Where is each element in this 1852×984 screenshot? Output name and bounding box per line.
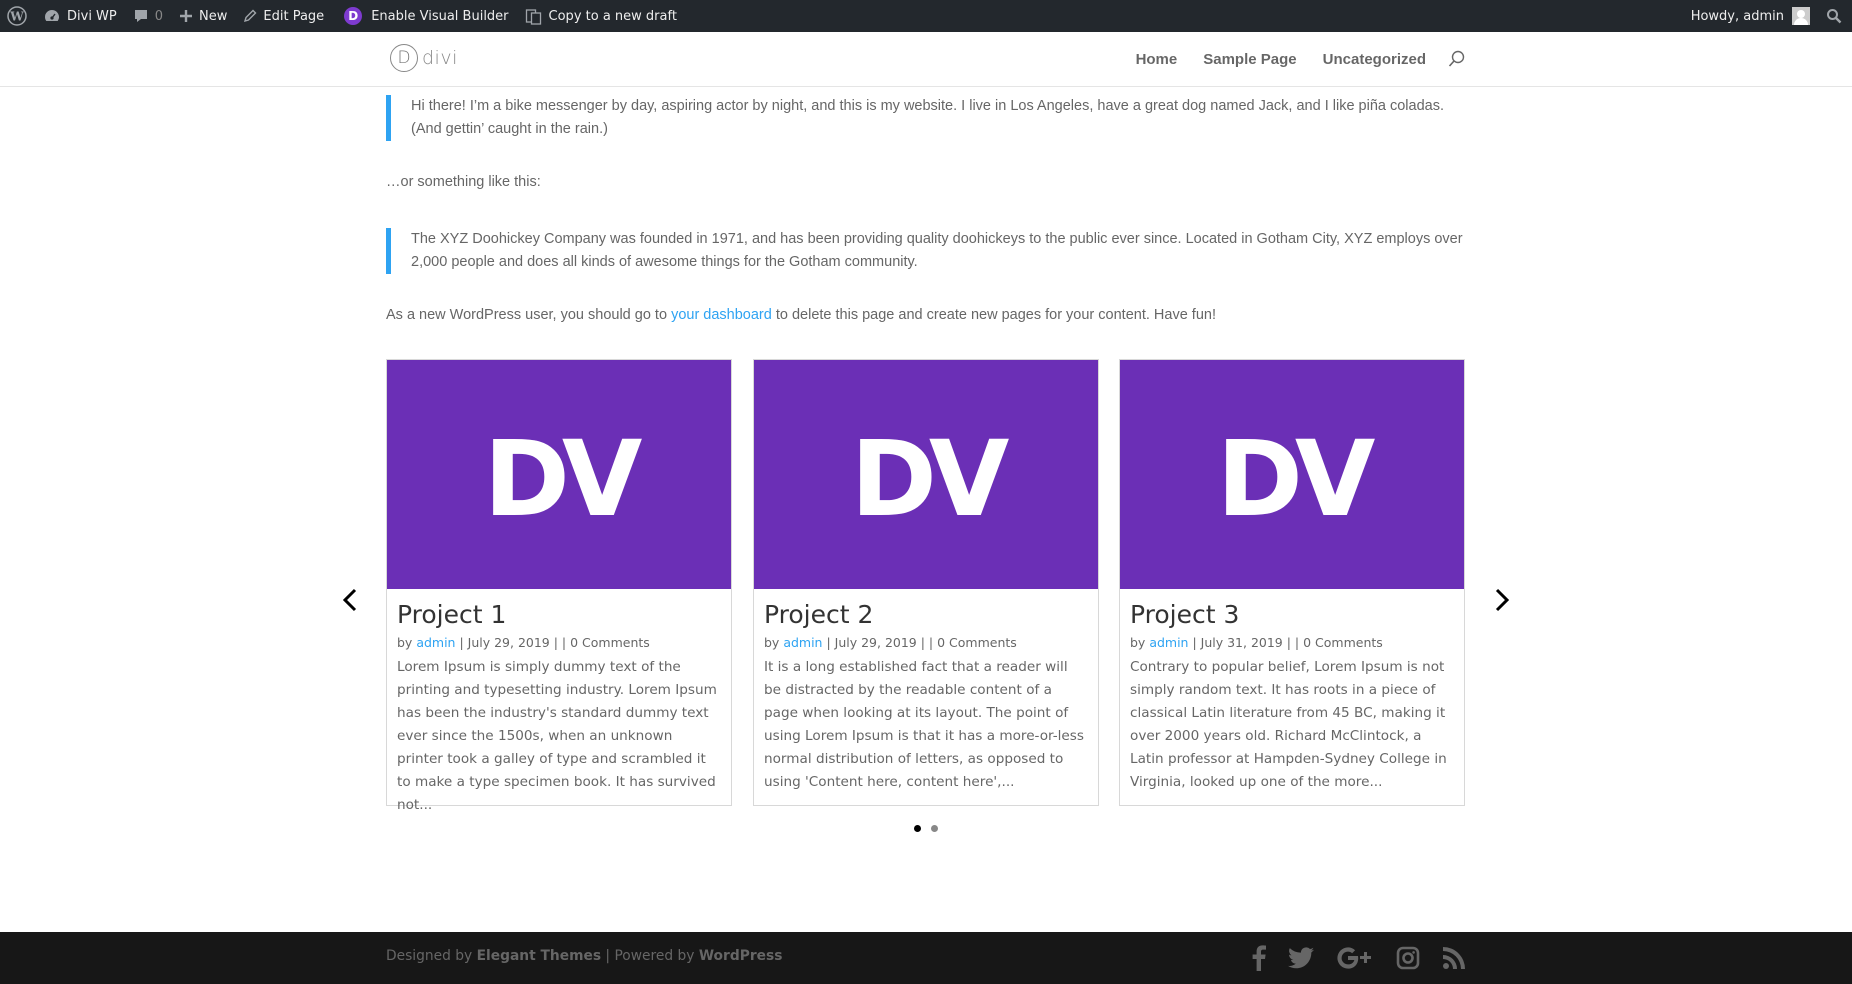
new-label: New (199, 8, 228, 24)
meta-by: by (397, 635, 417, 650)
nav-uncategorized[interactable]: Uncategorized (1323, 51, 1426, 68)
main-nav: Home Sample Page Uncategorized (1110, 32, 1466, 86)
plus-icon (180, 10, 193, 22)
meta-by: by (1130, 635, 1150, 650)
footer-credits: Designed by Elegant Themes | Powered by … (386, 948, 782, 964)
dashboard-text-before: As a new WordPress user, you should go t… (386, 307, 672, 323)
project-title[interactable]: Project 2 (764, 600, 1088, 630)
project-thumbnail[interactable]: DV (387, 360, 731, 589)
rss-icon[interactable] (1442, 946, 1466, 974)
author-link[interactable]: admin (1149, 635, 1188, 650)
quote-1-text: Hi there! I’m a bike messenger by day, a… (411, 98, 1445, 137)
search-icon (1827, 9, 1842, 24)
howdy-label: Howdy, admin (1690, 8, 1784, 24)
project-meta: by admin | July 31, 2019 | | 0 Comments (1130, 634, 1454, 652)
wordpress-link[interactable]: WordPress (699, 948, 783, 964)
dv-logo-text: DV (484, 430, 642, 520)
meta-by: by (764, 635, 784, 650)
edit-page-button[interactable]: Edit Page (235, 0, 332, 32)
twitter-icon[interactable] (1288, 947, 1314, 973)
visual-builder-button[interactable]: D Enable Visual Builder (336, 0, 516, 32)
logo-text: divi (422, 47, 458, 69)
site-footer: Designed by Elegant Themes | Powered by … (0, 932, 1852, 984)
dv-logo-image: DV (1217, 430, 1382, 520)
dv-logo-text: DV (1217, 430, 1375, 520)
pencil-icon (244, 9, 257, 23)
visual-builder-label: Enable Visual Builder (371, 8, 509, 24)
project-card-2: DV Project 2 by admin | July 29, 2019 | … (753, 359, 1099, 806)
comment-icon (134, 10, 147, 22)
designed-by-text: Designed by (386, 948, 477, 964)
dashboard-text-after: to delete this page and create new pages… (771, 307, 1216, 323)
carousel-dot-1[interactable] (914, 825, 921, 832)
google-plus-icon[interactable] (1336, 946, 1374, 974)
my-account-button[interactable]: Howdy, admin (1683, 0, 1818, 32)
meta-date: | July 31, 2019 | | 0 Comments (1188, 635, 1383, 650)
dashboard-paragraph: As a new WordPress user, you should go t… (386, 304, 1466, 327)
meta-date: | July 29, 2019 | | 0 Comments (455, 635, 650, 650)
elegant-themes-link[interactable]: Elegant Themes (477, 948, 601, 964)
instagram-icon[interactable] (1396, 946, 1420, 974)
nav-sample-page[interactable]: Sample Page (1203, 51, 1296, 68)
project-excerpt: Contrary to popular belief, Lorem Ipsum … (1130, 659, 1447, 790)
site-name-button[interactable]: Divi WP (35, 0, 125, 32)
admin-search-button[interactable] (1818, 0, 1852, 32)
copy-draft-label: Copy to a new draft (548, 8, 677, 24)
copy-icon (525, 9, 541, 25)
dv-logo-image: DV (484, 430, 649, 520)
carousel-dot-2[interactable] (931, 825, 938, 832)
project-excerpt: Lorem Ipsum is simply dummy text of the … (397, 659, 717, 813)
page-content: Hi there! I’m a bike messenger by day, a… (386, 86, 1466, 327)
avatar (1792, 7, 1810, 25)
carousel-pagination (386, 825, 1466, 832)
project-thumbnail[interactable]: DV (1120, 360, 1464, 589)
carousel-prev-arrow[interactable] (336, 585, 366, 615)
wordpress-logo-button[interactable]: W (0, 0, 35, 32)
blockquote-2: The XYZ Doohickey Company was founded in… (386, 228, 1466, 274)
dashboard-link[interactable]: your dashboard (671, 307, 772, 323)
wordpress-icon: W (7, 6, 27, 26)
comments-button[interactable]: 0 (125, 0, 171, 32)
portfolio-carousel: DV Project 1 by admin | July 29, 2019 | … (342, 359, 1510, 832)
site-header: D divi Home Sample Page Uncategorized (0, 32, 1852, 86)
dv-logo-image: DV (851, 430, 1016, 520)
facebook-icon[interactable] (1252, 945, 1266, 975)
site-logo[interactable]: D divi (390, 44, 458, 72)
project-card-3: DV Project 3 by admin | July 31, 2019 | … (1119, 359, 1465, 806)
project-meta: by admin | July 29, 2019 | | 0 Comments (764, 634, 1088, 652)
site-name: Divi WP (67, 8, 117, 24)
copy-draft-button[interactable]: Copy to a new draft (517, 0, 685, 32)
new-content-button[interactable]: New (171, 0, 235, 32)
search-icon[interactable] (1448, 50, 1466, 68)
nav-home[interactable]: Home (1136, 51, 1178, 68)
project-thumbnail[interactable]: DV (754, 360, 1098, 589)
project-meta: by admin | July 29, 2019 | | 0 Comments (397, 634, 721, 652)
edit-page-label: Edit Page (263, 8, 325, 24)
middle-text: …or something like this: (386, 174, 541, 190)
blockquote-1: Hi there! I’m a bike messenger by day, a… (386, 95, 1466, 141)
author-link[interactable]: admin (783, 635, 822, 650)
project-title[interactable]: Project 3 (1130, 600, 1454, 630)
admin-bar: W Divi WP 0 New Edit Page D Enable Visua… (0, 0, 1852, 32)
author-link[interactable]: admin (416, 635, 455, 650)
project-title[interactable]: Project 1 (397, 600, 721, 630)
comments-count: 0 (154, 8, 164, 24)
project-excerpt: It is a long established fact that a rea… (764, 659, 1084, 790)
social-icons (1252, 945, 1466, 975)
quote-2-text: The XYZ Doohickey Company was founded in… (411, 231, 1463, 270)
meta-date: | July 29, 2019 | | 0 Comments (822, 635, 1017, 650)
dv-logo-text: DV (851, 430, 1009, 520)
powered-by-text: | Powered by (601, 948, 699, 964)
svg-text:W: W (9, 10, 24, 24)
carousel-next-arrow[interactable] (1486, 585, 1516, 615)
logo-mark: D (390, 44, 418, 72)
divi-icon: D (344, 7, 363, 25)
project-card-1: DV Project 1 by admin | July 29, 2019 | … (386, 359, 732, 813)
dashboard-icon (45, 10, 59, 21)
